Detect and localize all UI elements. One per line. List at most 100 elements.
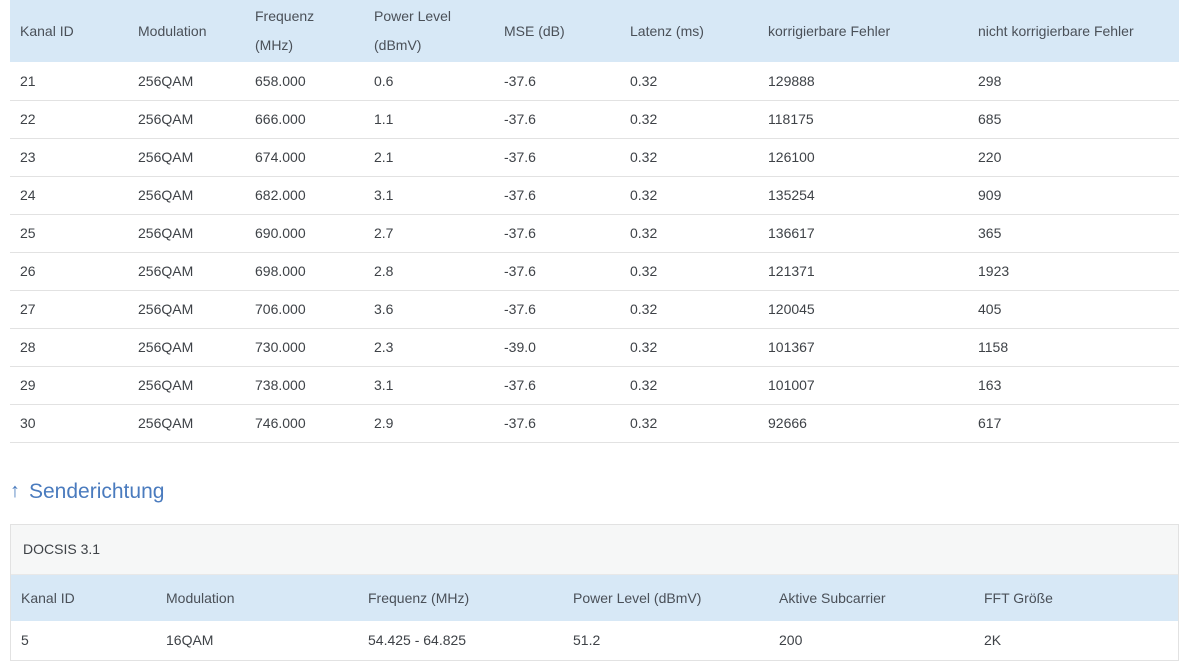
table-cell: 23	[10, 138, 128, 177]
table-cell: 3.6	[364, 290, 494, 329]
table-cell: 200	[779, 632, 803, 648]
table-cell: 101007	[758, 366, 968, 405]
table-cell: 256QAM	[128, 252, 245, 291]
table-cell: 3.1	[364, 366, 494, 405]
table-cell: 220	[968, 138, 1179, 177]
table-row: 21 256QAM 658.000 0.6 -37.6 0.32 129888 298	[10, 62, 1179, 101]
table-cell: 2.3	[364, 328, 494, 367]
table-row: 30 256QAM 746.000 2.9 -37.6 0.32 92666 617	[10, 404, 1179, 443]
table-cell: 136617	[758, 214, 968, 253]
downstream-channel-table: Kanal ID Modulation Frequenz (MHz) Power…	[10, 0, 1179, 443]
table-row: 5 16QAM 54.425 - 64.825 51.2 200 2K	[11, 621, 1178, 660]
table-cell: 3.1	[364, 176, 494, 215]
table-cell: 666.000	[245, 100, 364, 139]
table-cell: 256QAM	[128, 176, 245, 215]
table-cell: -37.6	[494, 252, 620, 291]
table-cell: 92666	[758, 404, 968, 443]
downstream-header-row: Kanal ID Modulation Frequenz (MHz) Power…	[10, 0, 1179, 62]
column-header-kanal-id: Kanal ID	[21, 589, 75, 606]
table-cell: 1158	[968, 328, 1179, 367]
table-cell: 746.000	[245, 404, 364, 443]
table-row: 26 256QAM 698.000 2.8 -37.6 0.32 121371 1923	[10, 252, 1179, 291]
column-header-power-level: Power Level (dBmV)	[573, 589, 702, 606]
table-cell: 256QAM	[128, 62, 245, 101]
table-cell: 0.32	[620, 252, 758, 291]
table-cell: 706.000	[245, 290, 364, 329]
column-header-fft-groesse: FFT Größe	[984, 589, 1053, 606]
table-cell: 2.9	[364, 404, 494, 443]
table-cell: 51.2	[573, 632, 601, 648]
table-cell: 16QAM	[166, 632, 214, 648]
upstream-header-row: Kanal ID Modulation Frequenz (MHz) Power…	[11, 574, 1178, 621]
table-cell: -37.6	[494, 404, 620, 443]
column-header-korrigierbare-fehler: korrigierbare Fehler	[768, 22, 891, 39]
table-cell: 674.000	[245, 138, 364, 177]
table-cell: 118175	[758, 100, 968, 139]
table-cell: 1923	[968, 252, 1179, 291]
table-cell: 0.32	[620, 176, 758, 215]
column-header-power-level: Power Level (dBmV)	[374, 8, 452, 53]
table-cell: -37.6	[494, 366, 620, 405]
column-header-frequenz: Frequenz (MHz)	[255, 8, 315, 53]
table-cell: 617	[968, 404, 1179, 443]
table-cell: 2.1	[364, 138, 494, 177]
table-cell: 0.32	[620, 328, 758, 367]
table-cell: 256QAM	[128, 328, 245, 367]
table-row: 29 256QAM 738.000 3.1 -37.6 0.32 101007 163	[10, 366, 1179, 405]
table-cell: 25	[10, 214, 128, 253]
table-cell: 54.425 - 64.825	[368, 632, 467, 648]
table-cell: 26	[10, 252, 128, 291]
table-cell: 0.6	[364, 62, 494, 101]
table-cell: 405	[968, 290, 1179, 329]
table-cell: 365	[968, 214, 1179, 253]
table-cell: 2K	[984, 632, 1002, 648]
table-cell: -37.6	[494, 100, 620, 139]
column-header-modulation: Modulation	[138, 22, 207, 39]
upstream-section-heading: ↑ Senderichtung	[10, 477, 1179, 507]
table-cell: 2.7	[364, 214, 494, 253]
table-cell: 0.32	[620, 404, 758, 443]
table-cell: 27	[10, 290, 128, 329]
upstream-heading-label: Senderichtung	[29, 479, 165, 503]
table-cell: 256QAM	[128, 366, 245, 405]
arrow-up-icon: ↑	[10, 480, 20, 502]
column-header-modulation: Modulation	[166, 589, 235, 606]
column-header-mse: MSE (dB)	[504, 22, 565, 39]
table-cell: 5	[21, 632, 29, 648]
table-cell: 0.32	[620, 366, 758, 405]
table-cell: 909	[968, 176, 1179, 215]
table-cell: -39.0	[494, 328, 620, 367]
column-header-aktive-subcarrier: Aktive Subcarrier	[779, 589, 886, 606]
table-cell: 256QAM	[128, 290, 245, 329]
table-cell: 1.1	[364, 100, 494, 139]
table-cell: 121371	[758, 252, 968, 291]
table-cell: 0.32	[620, 138, 758, 177]
column-header-frequenz: Frequenz (MHz)	[368, 589, 470, 606]
table-cell: 135254	[758, 176, 968, 215]
table-cell: 2.8	[364, 252, 494, 291]
table-row: 24 256QAM 682.000 3.1 -37.6 0.32 135254 909	[10, 176, 1179, 215]
channel-status-page: Kanal ID Modulation Frequenz (MHz) Power…	[0, 0, 1179, 661]
table-cell: 256QAM	[128, 100, 245, 139]
table-cell: 29	[10, 366, 128, 405]
upstream-channel-table: Kanal ID Modulation Frequenz (MHz) Power…	[11, 574, 1178, 660]
table-cell: 22	[10, 100, 128, 139]
table-cell: 0.32	[620, 290, 758, 329]
table-cell: 682.000	[245, 176, 364, 215]
table-cell: 30	[10, 404, 128, 443]
table-cell: 163	[968, 366, 1179, 405]
table-cell: 698.000	[245, 252, 364, 291]
upstream-table-container: DOCSIS 3.1 Kanal ID Modulation Frequenz …	[10, 523, 1179, 661]
table-cell: -37.6	[494, 214, 620, 253]
downstream-table-body: 21 256QAM 658.000 0.6 -37.6 0.32 129888 298 22 25…	[10, 62, 1179, 443]
table-cell: 685	[968, 100, 1179, 139]
table-cell: 690.000	[245, 214, 364, 253]
table-cell: -37.6	[494, 176, 620, 215]
column-header-nicht-korrigierbare-fehler: nicht korrigierbare Fehler	[978, 22, 1134, 39]
table-cell: 24	[10, 176, 128, 215]
table-cell: 0.32	[620, 214, 758, 253]
table-row: 25 256QAM 690.000 2.7 -37.6 0.32 136617 365	[10, 214, 1179, 253]
table-cell: 658.000	[245, 62, 364, 101]
docsis-group-label: DOCSIS 3.1	[11, 524, 1178, 575]
table-row: 28 256QAM 730.000 2.3 -39.0 0.32 101367 1158	[10, 328, 1179, 367]
